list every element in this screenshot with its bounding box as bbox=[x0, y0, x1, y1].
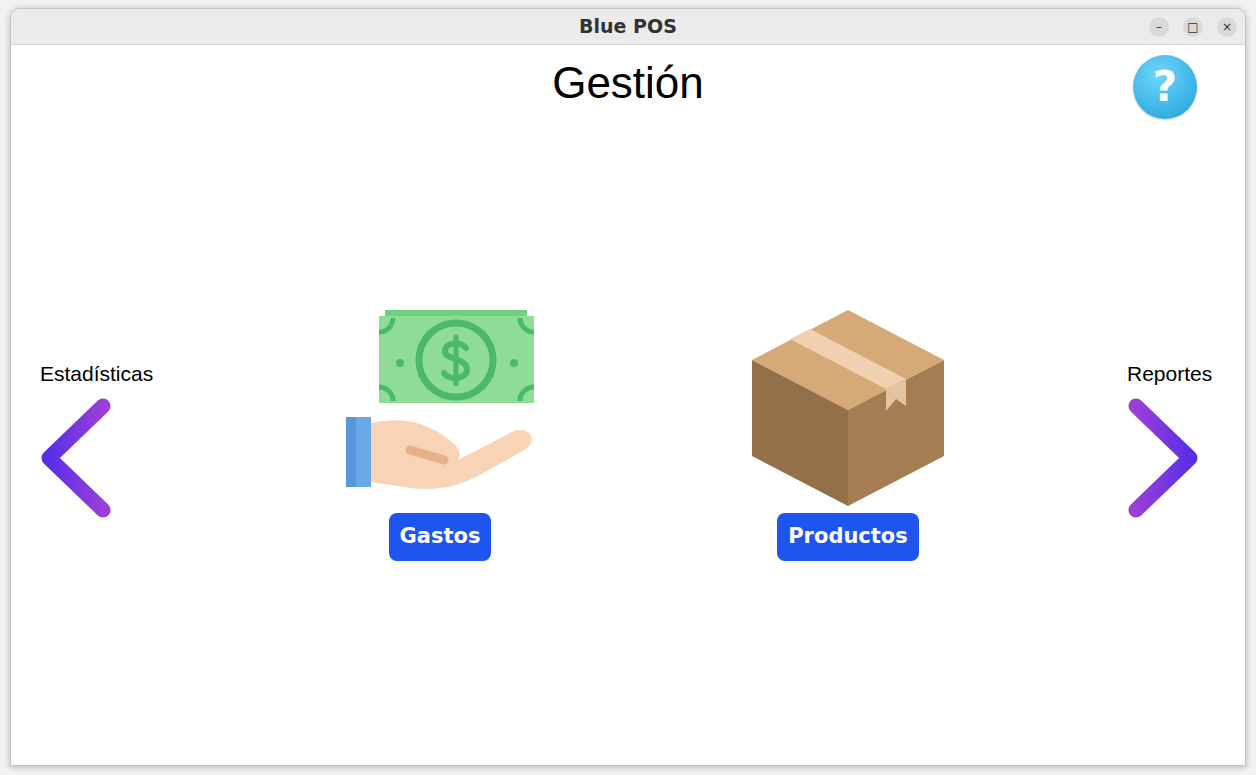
content: Gestión ? Estadísticas G bbox=[11, 45, 1245, 765]
chevron-left-icon[interactable] bbox=[40, 397, 112, 519]
module-item[interactable]: Gastos bbox=[340, 310, 540, 561]
chevron-right-icon[interactable] bbox=[1127, 397, 1199, 519]
module-row: Estadísticas Gastos Productos Reportes bbox=[11, 310, 1245, 561]
box-icon[interactable] bbox=[748, 310, 948, 500]
next-label: Reportes bbox=[1127, 362, 1212, 386]
title-bar: Blue POS –□ × bbox=[11, 9, 1245, 45]
app-window: Blue POS –□ × Gestión ? Estadísticas bbox=[10, 8, 1246, 766]
maximize-button[interactable]: □ bbox=[1183, 17, 1203, 37]
module-list: Gastos Productos bbox=[161, 310, 1127, 561]
money-hand-icon[interactable] bbox=[340, 310, 540, 500]
module-button[interactable]: Gastos bbox=[389, 513, 492, 561]
minimize-button[interactable]: – bbox=[1149, 17, 1169, 37]
prev-nav[interactable]: Estadísticas bbox=[11, 362, 161, 519]
page-title: Gestión bbox=[552, 55, 704, 111]
header: Gestión ? bbox=[11, 45, 1245, 125]
close-button[interactable]: × bbox=[1217, 17, 1237, 37]
module-button[interactable]: Productos bbox=[777, 513, 919, 561]
help-button[interactable]: ? bbox=[1133, 55, 1197, 119]
prev-label: Estadísticas bbox=[40, 362, 153, 386]
window-title: Blue POS bbox=[579, 12, 677, 41]
help-glyph: ? bbox=[1153, 66, 1177, 108]
window-controls: –□ × bbox=[1135, 17, 1245, 37]
module-item[interactable]: Productos bbox=[748, 310, 948, 561]
next-nav[interactable]: Reportes bbox=[1127, 362, 1245, 519]
